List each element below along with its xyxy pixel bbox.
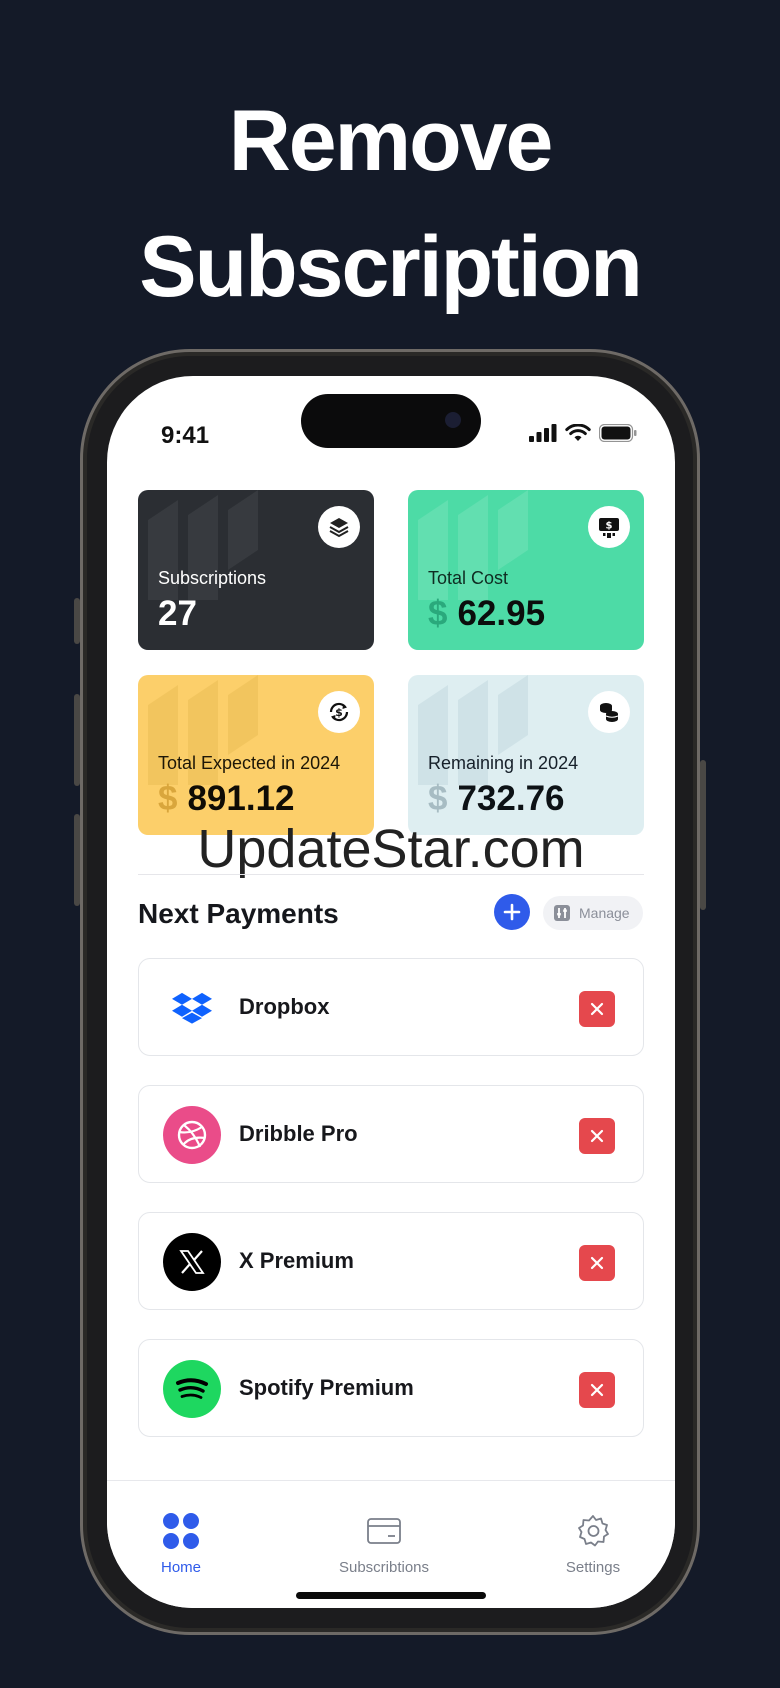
home-indicator[interactable] [296,1592,486,1599]
tab-home[interactable]: Home [121,1511,241,1576]
card-value-number: 62.95 [457,594,546,633]
battery-icon [599,424,637,442]
tab-bar: Home Subscribtions Settings [107,1480,675,1608]
dropbox-icon [163,979,221,1037]
payment-name: Spotify Premium [239,1375,414,1400]
subscriptions-card[interactable]: Subscriptions 27 [138,490,374,650]
payment-item-dribbble[interactable]: Dribble Pro [138,1085,644,1183]
payment-item-dropbox[interactable]: Dropbox [138,958,644,1056]
payment-name: Dribble Pro [239,1121,358,1146]
gear-icon [533,1511,653,1551]
signal-icon [529,424,557,442]
add-subscription-button[interactable] [494,894,530,930]
card-label: Total Cost [428,568,509,588]
remove-button[interactable] [579,1245,615,1281]
watermark: UpdateStar.com [197,819,585,879]
divider [138,874,644,875]
volume-up-button [74,694,80,786]
x-logo-icon [163,1233,221,1291]
payment-item-spotify[interactable]: Spotify Premium [138,1339,644,1437]
status-icons [529,424,637,442]
payment-name: X Premium [239,1248,354,1273]
plus-icon [503,903,521,921]
phone-screen: 9:41 Subscriptions 27 $ Total Cost $ 62.… [107,376,675,1608]
payment-name: Dropbox [239,994,330,1019]
close-icon [590,1256,604,1270]
svg-text:$: $ [606,521,613,532]
next-payments-title: Next Payments [138,898,339,929]
card-value: $62.95 [428,594,545,634]
card-value: $891.12 [158,779,295,819]
svg-text:$: $ [335,706,343,719]
spotify-icon [163,1360,221,1418]
currency-symbol: $ [158,779,178,818]
card-label: Subscriptions [158,568,267,588]
camera-icon [445,412,461,428]
manage-label: Manage [579,905,630,921]
tab-label: Subscribtions [338,1559,430,1576]
money-bill-icon: $ [588,506,630,548]
tab-label: Settings [565,1559,621,1576]
wifi-icon [565,424,591,441]
card-value: 27 [158,594,197,634]
volume-down-button [74,814,80,906]
remove-button[interactable] [579,1118,615,1154]
remove-button[interactable] [579,1372,615,1408]
coins-stack-icon [588,691,630,733]
remaining-card[interactable]: Remaining in 2024 $732.76 [408,675,644,835]
total-cost-card[interactable]: $ Total Cost $62.95 [408,490,644,650]
remove-button[interactable] [579,991,615,1027]
status-time: 9:41 [161,422,210,449]
currency-symbol: $ [428,594,448,633]
manage-button[interactable]: Manage [543,896,643,930]
card-value-number: 27 [158,594,197,633]
dollar-refresh-icon: $ [318,691,360,733]
headline-line-1: Remove [228,93,554,189]
layers-icon [318,506,360,548]
action-button [74,598,80,644]
card-value: $732.76 [428,779,565,819]
headline-line-2: Subscription [139,219,643,315]
close-icon [590,1002,604,1016]
card-label: Total Expected in 2024 [158,753,341,773]
payment-item-x-premium[interactable]: X Premium [138,1212,644,1310]
card-icon [324,1511,444,1551]
status-bar: 9:41 [107,376,675,460]
tab-subscriptions[interactable]: Subscribtions [324,1511,444,1576]
card-value-number: 891.12 [187,779,295,818]
card-label: Remaining in 2024 [428,753,579,773]
currency-symbol: $ [428,779,448,818]
grid-dots-icon [121,1511,241,1551]
tab-settings[interactable]: Settings [533,1511,653,1576]
card-value-number: 732.76 [457,779,565,818]
total-expected-card[interactable]: $ Total Expected in 2024 $891.12 [138,675,374,835]
sliders-icon [554,905,570,921]
close-icon [590,1129,604,1143]
close-icon [590,1383,604,1397]
headline: Remove Subscription [0,78,780,330]
tab-label: Home [160,1559,201,1576]
dynamic-island [301,394,481,448]
dribbble-icon [163,1106,221,1164]
power-button [700,760,706,910]
